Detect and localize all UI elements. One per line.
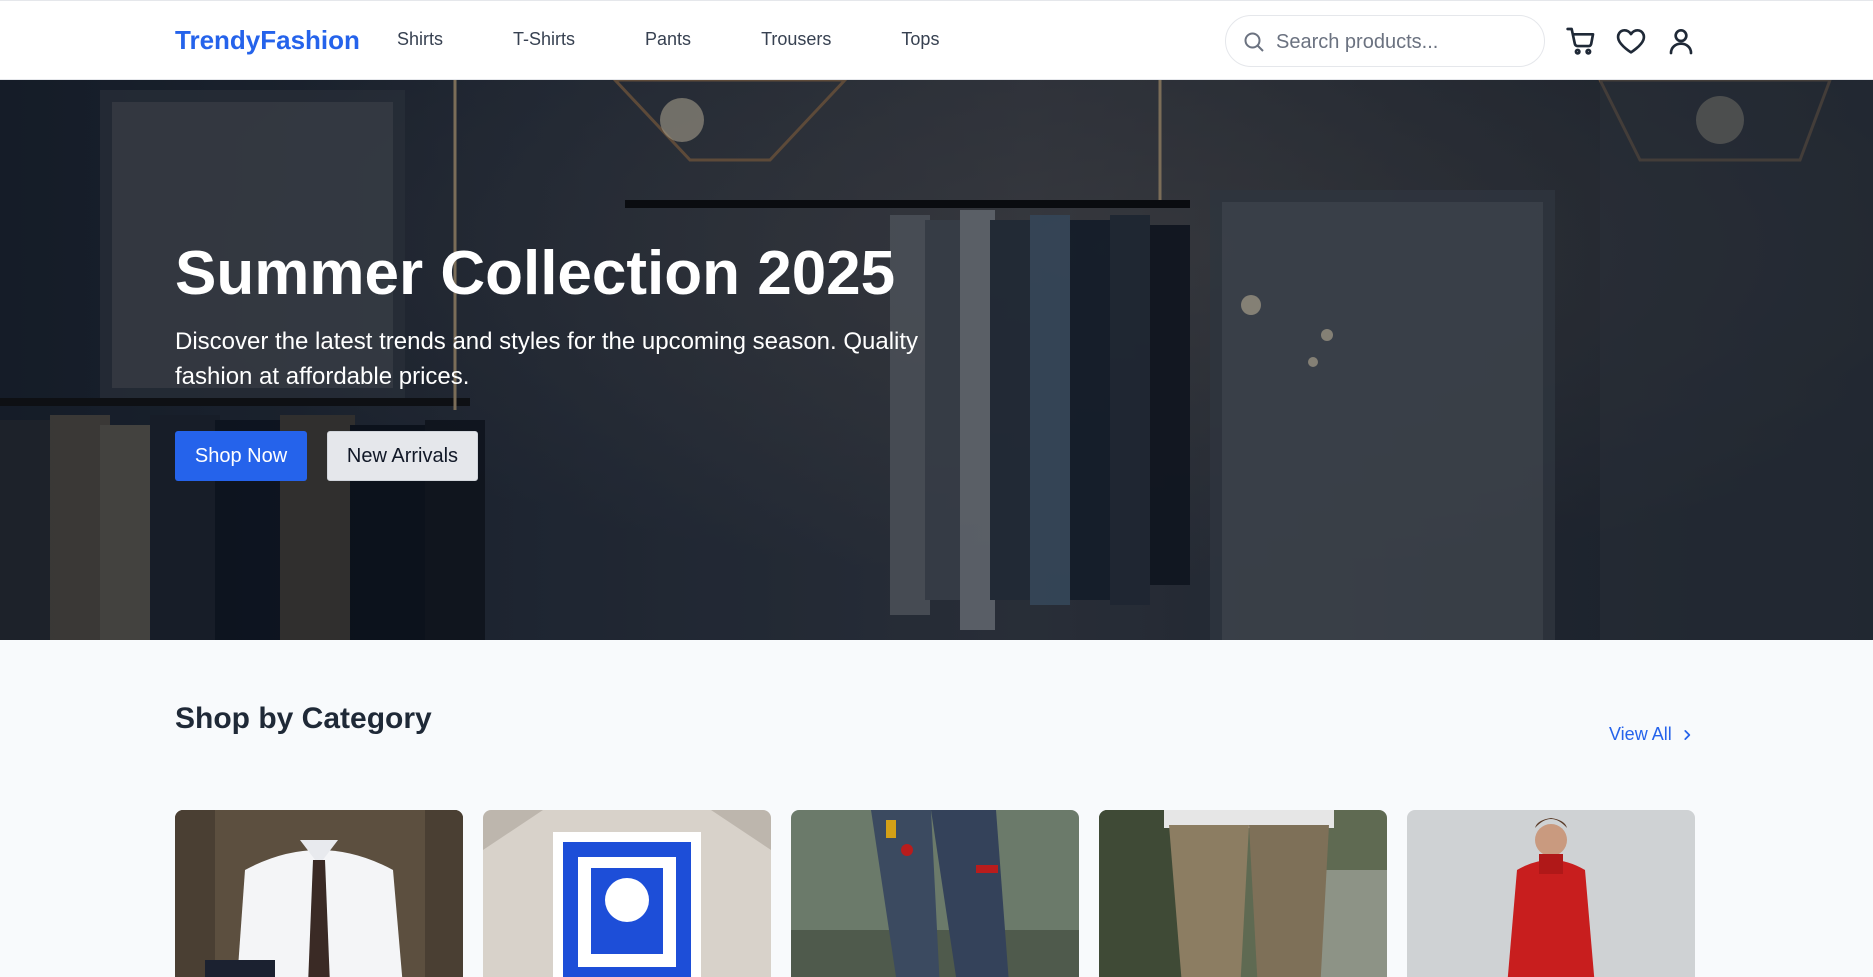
hero-title: Summer Collection 2025 <box>175 239 896 308</box>
trousers-image <box>1099 810 1387 977</box>
view-all-label: View All <box>1609 724 1672 744</box>
nav-item-trousers[interactable]: Trousers <box>761 29 831 50</box>
nav-item-t-shirts[interactable]: T-Shirts <box>513 29 575 50</box>
section-title: Shop by Category <box>175 702 432 735</box>
nav-item-pants[interactable]: Pants <box>645 29 691 50</box>
nav-item-tops[interactable]: Tops <box>901 29 939 50</box>
brand-logo[interactable]: TrendyFashion <box>175 25 360 56</box>
shop-now-button[interactable]: Shop Now <box>175 431 307 481</box>
hero-banner: Summer Collection 2025 Discover the late… <box>0 80 1873 640</box>
cart-icon[interactable] <box>1565 25 1597 57</box>
main-nav: Shirts T-Shirts Pants Trousers Tops <box>397 29 1009 50</box>
category-card-trousers[interactable] <box>1099 810 1387 977</box>
view-all-link[interactable]: View All <box>1609 724 1694 745</box>
heart-icon[interactable] <box>1615 25 1647 57</box>
chevron-right-icon <box>1684 729 1690 740</box>
new-arrivals-button[interactable]: New Arrivals <box>327 431 478 481</box>
user-icon[interactable] <box>1665 25 1697 57</box>
category-card-t-shirts[interactable] <box>483 810 771 977</box>
site-header: TrendyFashion Shirts T-Shirts Pants Trou… <box>0 0 1873 80</box>
category-card-tops[interactable] <box>1407 810 1695 977</box>
category-card-shirts[interactable] <box>175 810 463 977</box>
search-icon <box>1244 32 1264 52</box>
hero-subtitle: Discover the latest trends and styles fo… <box>175 328 919 390</box>
pants-image <box>791 810 1079 977</box>
tops-image <box>1407 810 1695 977</box>
shirts-image <box>175 810 463 977</box>
category-cards <box>175 810 1698 977</box>
category-card-pants[interactable] <box>791 810 1079 977</box>
search-input[interactable] <box>1276 28 1526 56</box>
nav-item-shirts[interactable]: Shirts <box>397 29 443 50</box>
search-box <box>1225 15 1545 67</box>
t-shirts-image <box>483 810 771 977</box>
